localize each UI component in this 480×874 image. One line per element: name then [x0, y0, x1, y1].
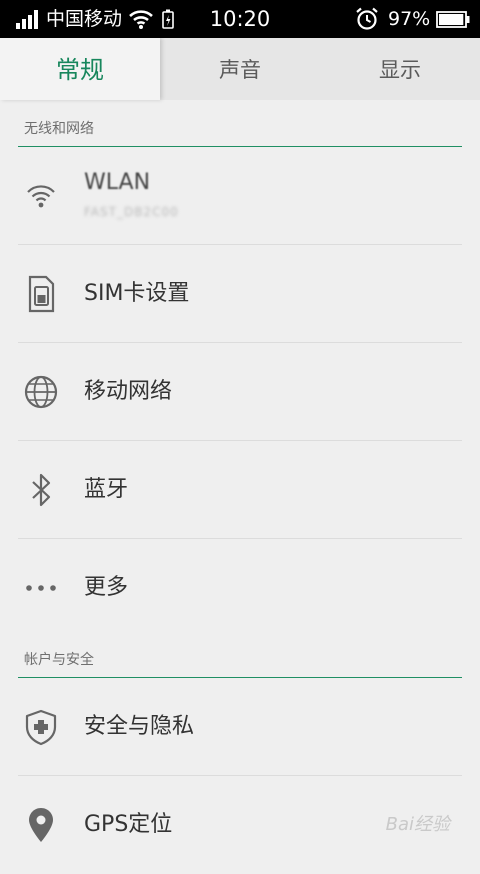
settings-item-more[interactable]: 更多 [0, 539, 480, 637]
settings-item-label: 安全与隐私 [84, 714, 195, 739]
section-header-account-security: 帐户与安全 [18, 632, 462, 678]
watermark: Bai经验 [385, 814, 450, 835]
shield-icon [25, 709, 57, 746]
settings-item-label: 蓝牙 [84, 477, 129, 502]
alarm-icon [356, 7, 378, 30]
settings-item-bluetooth[interactable]: 蓝牙 [0, 441, 480, 539]
settings-item-sim[interactable]: SIM卡设置 [0, 245, 480, 343]
settings-item-mobile-network[interactable]: 移动网络 [0, 343, 480, 441]
settings-item-label: GPS定位 [84, 812, 173, 837]
tab-sound[interactable]: 声音 [160, 38, 320, 100]
battery-icon [436, 11, 470, 28]
settings-item-label: WLAN [84, 170, 151, 195]
settings-item-wlan[interactable]: WLAN FAST_DB2C00 [0, 147, 480, 245]
section-title: 帐户与安全 [24, 652, 94, 668]
settings-item-security-privacy[interactable]: 安全与隐私 [0, 678, 480, 776]
settings-item-label: 移动网络 [84, 379, 173, 404]
settings-item-label: SIM卡设置 [84, 281, 190, 306]
wlan-network-name: FAST_DB2C00 [84, 205, 179, 219]
settings-item-label: 更多 [84, 575, 129, 600]
bluetooth-icon [32, 473, 51, 507]
more-icon [26, 585, 56, 591]
section-title: 无线和网络 [24, 121, 94, 137]
tab-bar: 常规 声音 显示 [0, 38, 480, 100]
tab-general[interactable]: 常规 [0, 38, 160, 100]
wifi-icon [27, 185, 55, 208]
location-pin-icon [29, 808, 53, 842]
section-header-wireless: 无线和网络 [18, 101, 462, 147]
battery-percent: 97% [388, 8, 431, 30]
sim-card-icon [28, 275, 55, 313]
globe-icon [24, 375, 58, 409]
tab-display[interactable]: 显示 [320, 38, 480, 100]
status-bar: 中国移动 10:20 97% [0, 0, 480, 38]
